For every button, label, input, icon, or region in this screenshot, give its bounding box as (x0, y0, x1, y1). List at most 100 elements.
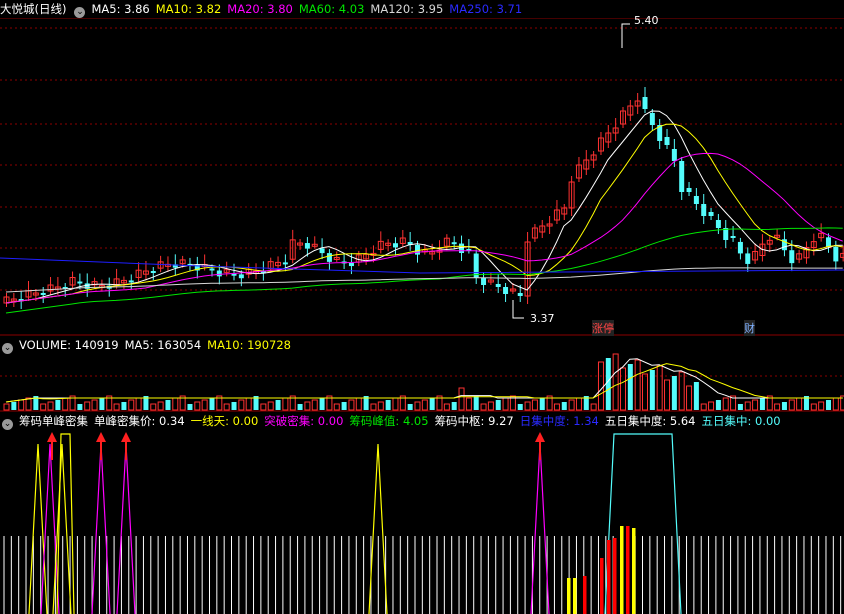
price-chart[interactable] (0, 18, 844, 336)
ma20-label: MA20: 3.80 (227, 2, 293, 16)
volume-bar (605, 358, 611, 410)
volume-chart[interactable] (0, 352, 844, 412)
vol-ma5-line (5, 358, 843, 403)
peak-arrow-icon (47, 432, 57, 442)
ma120-label: MA120: 3.95 (370, 2, 444, 16)
volume-bar (649, 370, 655, 410)
candle-body (319, 248, 325, 254)
volume-bar (421, 399, 428, 411)
volume-bar (385, 400, 391, 410)
volume-bar (18, 399, 25, 411)
volume-bar (150, 403, 157, 411)
chip-chart[interactable] (0, 428, 844, 614)
candle-body (730, 236, 736, 238)
volume-bar (473, 396, 479, 410)
volume-bar (377, 401, 384, 411)
volume-bar (722, 397, 729, 411)
volume-bar (275, 400, 281, 410)
volume-bar (612, 353, 619, 411)
volume-bar (84, 401, 91, 411)
volume-bar (304, 401, 311, 411)
stock-title: 大悦城(日线) (0, 2, 67, 16)
candle-body (693, 196, 699, 204)
ma10-label: MA10: 3.82 (155, 2, 222, 16)
volume-bar (825, 400, 831, 410)
volume-bar (781, 402, 787, 410)
volume-bar (341, 402, 347, 410)
volume-bar (267, 401, 274, 411)
candle-body (77, 281, 83, 284)
volume-bar (194, 401, 201, 411)
volume-bar (561, 402, 567, 410)
candle-body (745, 253, 751, 264)
volume-bar (788, 399, 795, 411)
volume-bar (135, 397, 142, 411)
volume-bar (414, 401, 421, 411)
volume-bar (99, 398, 105, 410)
candle-body (459, 243, 465, 254)
volume-bar (355, 397, 362, 411)
volume-bar (693, 382, 699, 410)
volume-bar (238, 399, 245, 411)
peak-spike (116, 443, 136, 614)
volume-bar (487, 401, 494, 411)
low-price-label: 3.37 (530, 312, 555, 325)
candle-body (451, 242, 457, 245)
candle-body (503, 287, 509, 294)
candle-body (649, 113, 655, 125)
peak-arrow-icon (121, 432, 131, 442)
volume-bar (671, 376, 677, 410)
volume-bar (664, 379, 671, 411)
volume-bar (634, 359, 641, 411)
peak-value-label: 筹码峰值: 4.05 (349, 414, 429, 428)
volume-bar (319, 398, 325, 410)
peak-arrow-icon (535, 432, 545, 442)
volume-chart-svg (0, 353, 844, 412)
volume-bar (429, 398, 435, 410)
candle-body (209, 268, 215, 271)
volume-bar (172, 397, 179, 411)
volume-bar (480, 403, 487, 411)
candle-body (517, 293, 523, 296)
volume-bar (40, 403, 47, 411)
volume-bar (231, 402, 237, 410)
low-marker (512, 300, 524, 319)
volume-bar (627, 364, 633, 410)
ma250-line (0, 257, 844, 274)
volume-bar (128, 399, 135, 411)
vol-ma5-label: MA5: 163054 (124, 338, 202, 352)
volume-bar (752, 399, 759, 411)
volume-bar (333, 403, 340, 411)
high-price-label: 5.40 (634, 14, 659, 27)
peak-arrow-icon (96, 432, 106, 442)
volume-bar (818, 401, 825, 411)
limit-up-tag[interactable]: 涨停 (592, 320, 614, 336)
collapse-circle-icon[interactable]: ⌄ (74, 7, 86, 18)
candle-body (282, 262, 288, 265)
volume-bar (737, 404, 743, 410)
price-header: 大悦城(日线) ⌄ MA5: 3.86 MA10: 3.82 MA20: 3.80 MA6… (0, 0, 528, 18)
five-day-conc2-label: 五日集中: 0.00 (701, 414, 781, 428)
volume-bar (700, 403, 707, 411)
volume-bar (157, 401, 164, 411)
volume-bar (260, 403, 267, 411)
candle-body (715, 220, 721, 228)
volume-bar (297, 404, 303, 410)
candle-body (708, 212, 714, 216)
volume-bar (209, 398, 215, 410)
volume-bar (774, 403, 781, 411)
volume-bar (187, 404, 193, 410)
candle-body (789, 250, 795, 264)
volume-bar (11, 402, 17, 410)
candle-body (392, 243, 398, 248)
candle-body (326, 253, 332, 262)
candle-body (216, 270, 222, 277)
finance-tag[interactable]: 财 (744, 320, 755, 336)
volume-bar (810, 403, 817, 411)
candle-body (825, 237, 831, 247)
volume-bar (832, 397, 839, 411)
volume-bar (91, 399, 98, 411)
volume-bar (113, 403, 120, 411)
peak-spike (28, 443, 48, 614)
volume-bar (77, 404, 83, 410)
